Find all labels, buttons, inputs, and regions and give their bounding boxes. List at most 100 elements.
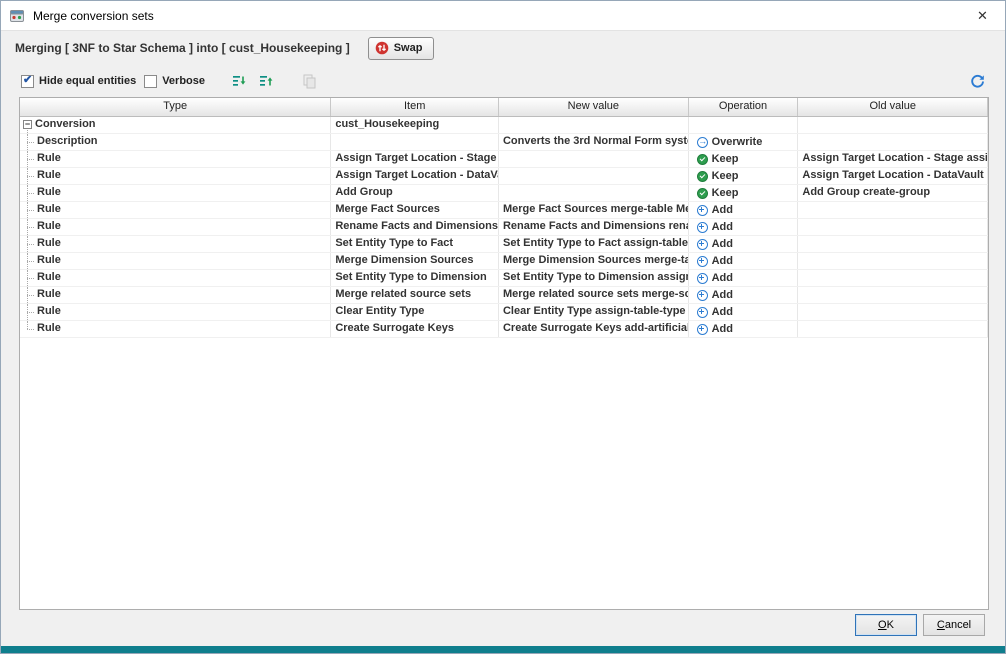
column-header-operation[interactable]: Operation <box>689 98 799 116</box>
tree-line <box>27 244 34 245</box>
row-operation: Add <box>689 236 799 252</box>
cancel-label-rest: ancel <box>945 619 971 631</box>
keep-icon <box>697 154 708 165</box>
row-operation: Add <box>689 219 799 235</box>
row-new-value: Clear Entity Type assign-table-type R... <box>499 304 689 320</box>
row-item <box>331 134 499 150</box>
merging-text: Merging [ 3NF to Star Schema ] into [ cu… <box>15 41 350 55</box>
row-old-value <box>798 202 988 218</box>
hide-equal-entities-option: Hide equal entities <box>21 75 136 88</box>
row-type-label: Rule <box>37 202 61 217</box>
row-new-value: Converts the 3rd Normal Form syste... <box>499 134 689 150</box>
hide-equal-entities-checkbox[interactable] <box>21 75 34 88</box>
add-icon <box>697 273 708 284</box>
row-item: Assign Target Location - DataVa... <box>331 168 499 184</box>
row-operation: Add <box>689 321 799 337</box>
add-icon <box>697 307 708 318</box>
table-row[interactable]: RuleSet Entity Type to FactSet Entity Ty… <box>20 236 988 253</box>
row-type-label: Rule <box>37 168 61 183</box>
table-row[interactable]: Rule Assign Target Location - DataVa... Ke… <box>20 168 988 185</box>
toolbar: Hide equal entities Verbose <box>1 68 1005 94</box>
table-row[interactable]: RuleClear Entity TypeClear Entity Type a… <box>20 304 988 321</box>
app-icon <box>9 8 25 24</box>
row-operation: Keep <box>689 185 799 201</box>
tree-expander-icon[interactable]: − <box>23 120 32 129</box>
dialog-buttons: OK Cancel <box>855 614 985 636</box>
row-new-value: Merge related source sets merge-so... <box>499 287 689 303</box>
tree-line <box>27 295 34 296</box>
table-row[interactable]: RuleMerge Fact SourcesMerge Fact Sources… <box>20 202 988 219</box>
keep-icon <box>697 188 708 199</box>
refresh-icon[interactable] <box>968 72 987 91</box>
row-type-label: Rule <box>37 219 61 234</box>
cancel-label: C <box>937 619 945 631</box>
row-old-value <box>798 134 988 150</box>
add-icon <box>697 256 708 267</box>
collapse-all-icon[interactable] <box>256 72 275 91</box>
table-row[interactable]: Rule Merge related source setsMerge relat… <box>20 287 988 304</box>
row-operation: Add <box>689 287 799 303</box>
table-row[interactable]: RuleMerge Dimension SourcesMerge Dimensi… <box>20 253 988 270</box>
ok-label: O <box>878 619 887 631</box>
operation-label: Add <box>712 305 733 320</box>
row-old-value <box>798 287 988 303</box>
row-old-value: Add Group create-group <box>798 185 988 201</box>
row-new-value <box>499 151 689 167</box>
row-new-value: Rename Facts and Dimensions rena... <box>499 219 689 235</box>
row-operation: Keep <box>689 168 799 184</box>
table-row[interactable]: RuleSet Entity Type to DimensionSet Enti… <box>20 270 988 287</box>
row-type-label: Rule <box>37 253 61 268</box>
row-item: Add Group <box>331 185 499 201</box>
tree-line <box>27 278 34 279</box>
tree-line <box>27 227 34 228</box>
row-new-value <box>499 168 689 184</box>
add-icon <box>697 324 708 335</box>
row-old-value <box>798 236 988 252</box>
row-item: Clear Entity Type <box>331 304 499 320</box>
row-item: Merge related source sets <box>331 287 499 303</box>
expand-all-icon[interactable] <box>229 72 248 91</box>
table-row[interactable]: RuleRename Facts and DimensionsRename Fa… <box>20 219 988 236</box>
table-row[interactable]: RuleAdd GroupKeepAdd Group create-group <box>20 185 988 202</box>
row-operation: Add <box>689 253 799 269</box>
bottom-accent-bar <box>1 646 1005 653</box>
column-header-old-value[interactable]: Old value <box>798 98 988 116</box>
row-type-label: Rule <box>37 321 61 336</box>
row-old-value <box>798 117 988 133</box>
tree-line <box>27 193 34 194</box>
ok-button[interactable]: OK <box>855 614 917 636</box>
row-item: Set Entity Type to Dimension <box>331 270 499 286</box>
tree-line <box>27 312 34 313</box>
swap-button[interactable]: Swap <box>368 37 435 60</box>
table-row[interactable]: RuleAssign Target Location - StageKeepAs… <box>20 151 988 168</box>
row-type-label: Rule <box>37 287 61 302</box>
row-old-value <box>798 321 988 337</box>
verbose-checkbox[interactable] <box>144 75 157 88</box>
ok-label-rest: K <box>887 619 894 631</box>
window-title: Merge conversion sets <box>33 9 154 23</box>
row-type-label: Rule <box>37 151 61 166</box>
table-row[interactable]: DescriptionConverts the 3rd Normal Form … <box>20 134 988 151</box>
titlebar: Merge conversion sets ✕ <box>1 1 1005 31</box>
row-old-value: Assign Target Location - Stage assig... <box>798 151 988 167</box>
tree-line <box>27 142 34 143</box>
row-operation: Add <box>689 270 799 286</box>
cancel-button[interactable]: Cancel <box>923 614 985 636</box>
row-operation: Keep <box>689 151 799 167</box>
close-button[interactable]: ✕ <box>960 1 1005 30</box>
tree-line <box>27 329 34 330</box>
tree-line <box>27 130 28 133</box>
column-header-type[interactable]: Type <box>20 98 331 116</box>
column-header-item[interactable]: Item <box>331 98 499 116</box>
row-item: Set Entity Type to Fact <box>331 236 499 252</box>
table-row[interactable]: −Conversioncust_Housekeeping <box>20 117 988 134</box>
table-header-row: TypeItemNew valueOperationOld value <box>20 98 988 117</box>
column-header-new-value[interactable]: New value <box>499 98 689 116</box>
row-old-value: Assign Target Location - DataVault a... <box>798 168 988 184</box>
table-row[interactable]: RuleCreate Surrogate KeysCreate Surrogat… <box>20 321 988 338</box>
row-new-value: Set Entity Type to Dimension assign-t... <box>499 270 689 286</box>
keep-icon <box>697 171 708 182</box>
row-item: Merge Fact Sources <box>331 202 499 218</box>
row-old-value <box>798 304 988 320</box>
hide-equal-entities-label: Hide equal entities <box>39 75 136 87</box>
